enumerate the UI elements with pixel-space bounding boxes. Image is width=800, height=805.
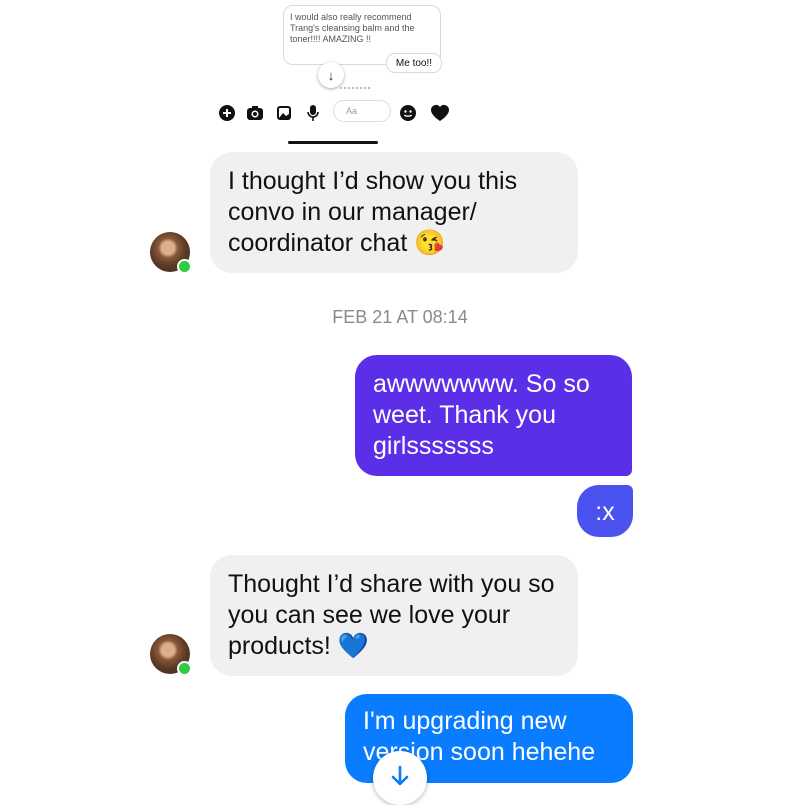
inner-faded-text — [340, 87, 370, 92]
received-message[interactable]: I thought I’d show you this convo in our… — [210, 152, 578, 273]
online-indicator — [177, 661, 192, 676]
mic-icon — [303, 103, 323, 123]
inner-message-input: Aa — [333, 100, 391, 122]
inner-sent-message: Me too!! — [386, 53, 442, 73]
scroll-down-button[interactable] — [373, 751, 427, 805]
home-indicator — [288, 141, 378, 144]
sent-message[interactable]: awwwwwww. So so weet. Thank you girlssss… — [355, 355, 632, 476]
online-indicator — [177, 259, 192, 274]
arrow-down-icon — [391, 765, 409, 786]
sent-message[interactable]: :x — [577, 485, 633, 537]
heart-icon — [430, 103, 450, 123]
plus-icon — [217, 103, 237, 123]
camera-icon — [245, 103, 265, 123]
received-message[interactable]: Thought I’d share with you so you can se… — [210, 555, 578, 676]
inner-scroll-down-icon: ↓ — [318, 62, 344, 88]
emoji-icon — [398, 103, 418, 123]
timestamp: FEB 21 AT 08:14 — [332, 307, 468, 327]
image-icon — [274, 103, 294, 123]
